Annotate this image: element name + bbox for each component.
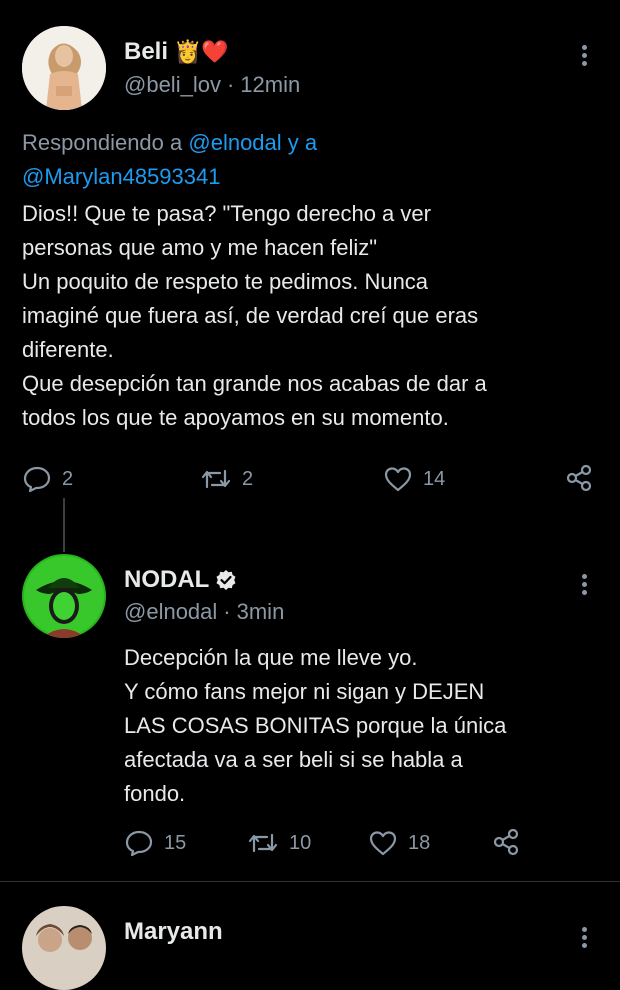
reply-count: 2 bbox=[62, 467, 74, 490]
share-icon bbox=[493, 828, 519, 856]
name-emoji: 👸❤️ bbox=[174, 39, 229, 64]
timestamp[interactable]: 3min bbox=[237, 599, 285, 625]
mention-marylan[interactable]: @Marylan48593341 bbox=[22, 164, 220, 189]
reply-button[interactable]: 2 bbox=[22, 465, 73, 493]
retweet-icon bbox=[248, 833, 278, 853]
share-icon bbox=[566, 464, 592, 492]
author-handle[interactable]: @beli_lov bbox=[124, 72, 221, 98]
tweet-beli[interactable]: Beli 👸❤️ @beli_lov · 12min Respondiendo … bbox=[0, 0, 620, 520]
like-count: 14 bbox=[423, 467, 446, 490]
retweet-icon bbox=[201, 469, 231, 489]
verified-icon bbox=[216, 570, 236, 590]
retweet-button[interactable]: 10 bbox=[247, 829, 311, 857]
author-name[interactable]: NODAL bbox=[124, 566, 209, 594]
retweet-count: 2 bbox=[242, 467, 254, 490]
heart-icon bbox=[369, 831, 397, 856]
like-count: 18 bbox=[408, 831, 431, 854]
timestamp[interactable]: 12min bbox=[240, 72, 300, 98]
replying-prefix: Respondiendo a bbox=[22, 130, 183, 155]
tweet-text: Decepción la que me lleve yo. Y cómo fan… bbox=[124, 645, 507, 806]
tweet-text: Dios!! Que te pasa? "Tengo derecho a ver… bbox=[22, 201, 487, 430]
avatar-beli[interactable] bbox=[22, 26, 106, 110]
author-name[interactable]: Maryann bbox=[124, 918, 223, 946]
more-vertical-icon[interactable] bbox=[582, 42, 587, 69]
share-button[interactable] bbox=[491, 827, 521, 857]
like-button[interactable]: 18 bbox=[368, 829, 430, 857]
author-handle[interactable]: @elnodal bbox=[124, 599, 217, 625]
reply-count: 15 bbox=[164, 831, 187, 854]
avatar-maryann[interactable] bbox=[22, 906, 106, 990]
author-name[interactable]: Beli bbox=[124, 38, 168, 66]
avatar-nodal[interactable] bbox=[22, 554, 106, 638]
mention-join: y a bbox=[287, 130, 318, 155]
replying-to: Respondiendo a @elnodal y a @Marylan4859… bbox=[22, 126, 602, 194]
more-vertical-icon[interactable] bbox=[582, 571, 587, 598]
retweet-count: 10 bbox=[289, 831, 312, 854]
like-button[interactable]: 14 bbox=[383, 465, 445, 493]
share-button[interactable] bbox=[564, 463, 594, 493]
tweet-maryann[interactable]: Maryann bbox=[0, 882, 620, 990]
heart-icon bbox=[384, 467, 412, 492]
separator: · bbox=[223, 599, 231, 624]
retweet-button[interactable]: 2 bbox=[200, 465, 253, 493]
reply-icon bbox=[23, 466, 51, 493]
tweet-nodal[interactable]: NODAL @elnodal · 3min Decepción la que m… bbox=[0, 540, 620, 870]
mention-elnodal[interactable]: @elnodal bbox=[188, 130, 281, 155]
reply-icon bbox=[125, 830, 153, 857]
separator: · bbox=[226, 72, 235, 97]
reply-button[interactable]: 15 bbox=[124, 829, 186, 857]
